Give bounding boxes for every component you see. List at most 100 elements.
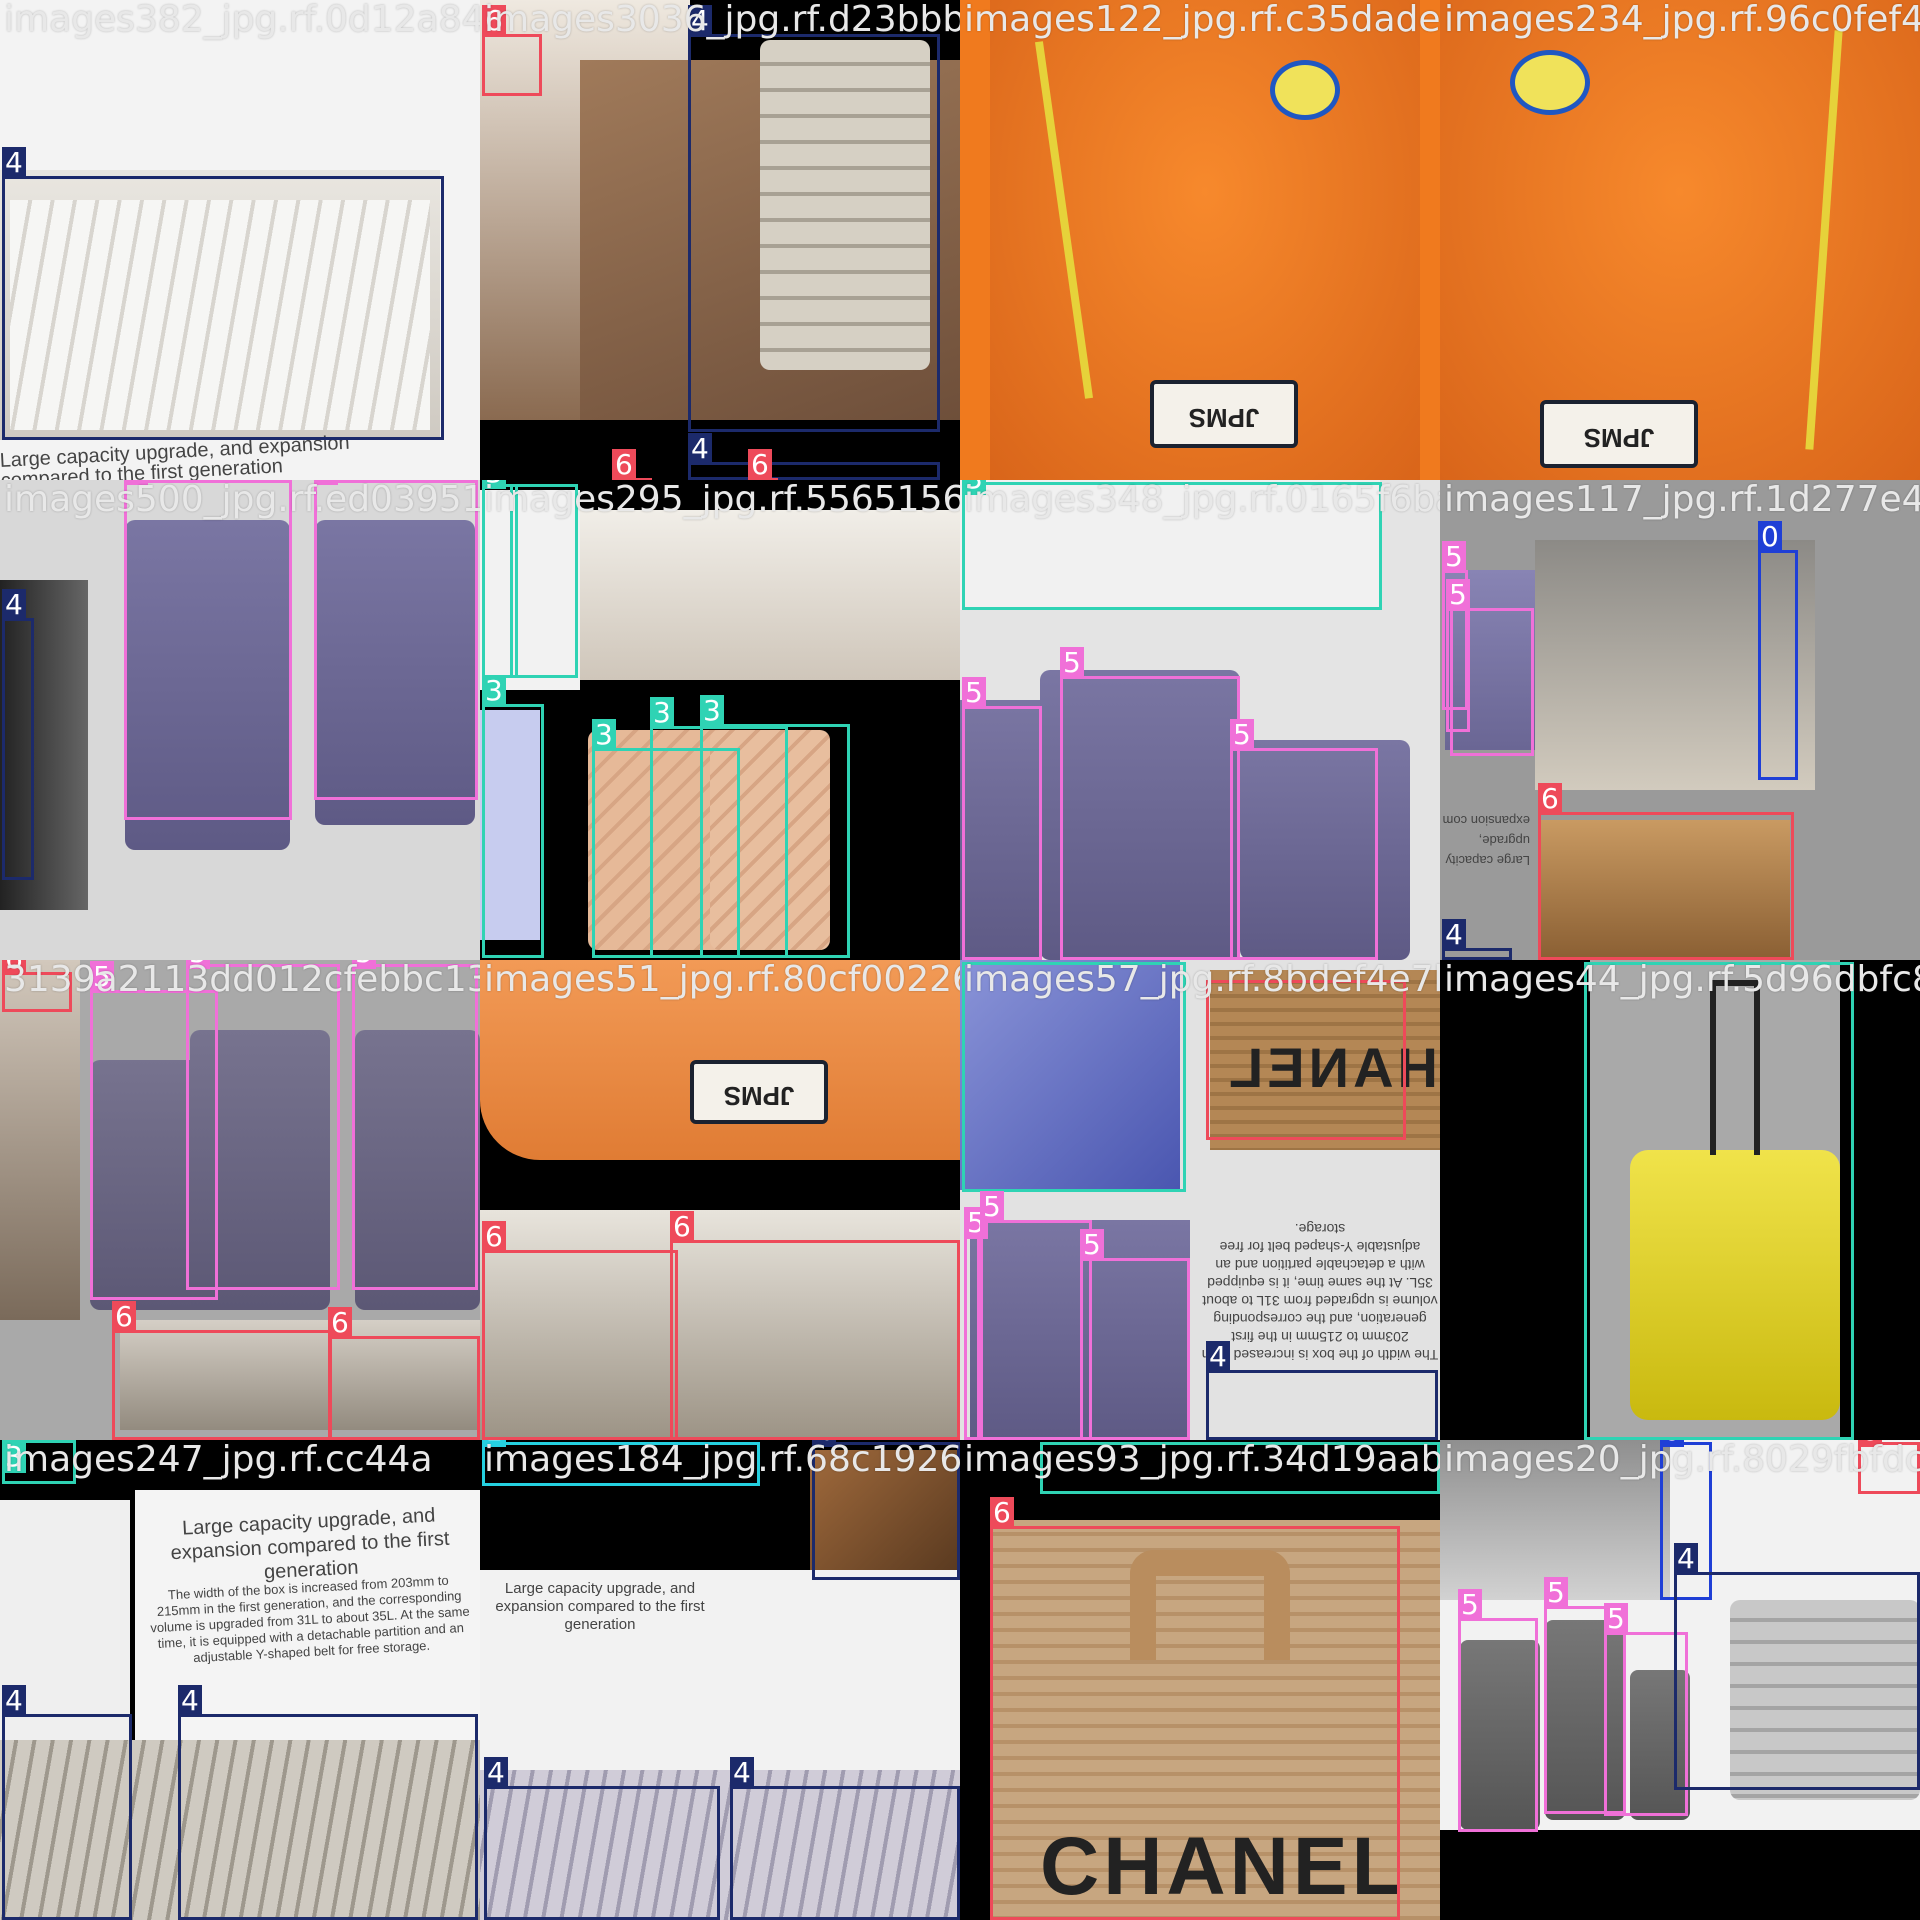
tile-title: images57_jpg.rf.8bdef4e7b98 bbox=[964, 960, 1440, 1000]
detection-box: 4 bbox=[2, 589, 34, 880]
detection-box: 3 bbox=[482, 675, 544, 958]
class-label: 3 bbox=[650, 697, 674, 729]
tile-8: 3139a2113dd012cfebbc137 6 5 5 5 6 6 bbox=[0, 960, 480, 1440]
detection-box: 4 bbox=[178, 1685, 478, 1920]
tile-title: 3139a2113dd012cfebbc137 bbox=[4, 960, 480, 1000]
detection-box: 6 bbox=[328, 1307, 480, 1440]
detection-box bbox=[1450, 608, 1534, 756]
tile-10: CHANEL The width of the box is increased… bbox=[960, 960, 1440, 1440]
class-label: 5 bbox=[962, 677, 986, 709]
caption-text: The width of the box is increased from 2… bbox=[149, 1572, 470, 1666]
detection-box: 5 bbox=[352, 960, 478, 1290]
tile-9: JPMS images51_jpg.rf.80cf00226f 6 6 bbox=[480, 960, 960, 1440]
class-label: 5 bbox=[1458, 1589, 1482, 1621]
name-tag: JPMS bbox=[1540, 400, 1698, 468]
tile-1: images3036_jpg.rf.d23bbb21 6 4 4 6 6 bbox=[480, 0, 960, 480]
bag-logo bbox=[1510, 50, 1590, 115]
class-label: 6 bbox=[748, 449, 772, 480]
detection-box: 5 bbox=[1230, 719, 1378, 960]
class-label: 5 bbox=[1080, 1229, 1104, 1261]
class-label: 4 bbox=[178, 1685, 202, 1717]
detection-box: 6 bbox=[482, 1221, 678, 1440]
tile-14: CHANEL images93_jpg.rf.34d19aab 6 bbox=[960, 1440, 1440, 1920]
class-label: 4 bbox=[1442, 919, 1466, 951]
detection-box: 6 bbox=[482, 5, 542, 96]
detection-box: 4 bbox=[2, 147, 444, 440]
tile-13: Large capacity upgrade, and expansion co… bbox=[480, 1440, 960, 1920]
detection-box: 4 bbox=[688, 433, 940, 480]
detection-box: 5 bbox=[314, 480, 478, 800]
detection-box: 0 bbox=[1758, 521, 1798, 780]
class-label: 5 bbox=[1604, 1603, 1628, 1635]
class-label: 6 bbox=[482, 1221, 506, 1253]
detection-box: 4 bbox=[1674, 1543, 1920, 1790]
detection-box: 5 bbox=[962, 677, 1042, 960]
detection-box: 6 bbox=[990, 1497, 1400, 1920]
detection-mosaic: Large capacity upgrade, and expansion co… bbox=[0, 0, 1920, 1920]
tile-title: images20_jpg.rf.8029fbfdc92 bbox=[1444, 1440, 1920, 1480]
detection-box bbox=[1206, 980, 1406, 1140]
class-label: 4 bbox=[2, 1685, 26, 1717]
detection-box: 4 bbox=[730, 1757, 960, 1920]
class-label: 5 bbox=[1446, 579, 1470, 611]
tile-title: images44_jpg.rf.5d96dbfc8 bbox=[1444, 960, 1920, 1000]
tile-title: images234_jpg.rf.96c0fef42d bbox=[1444, 0, 1920, 40]
detection-box: 4 bbox=[1206, 1341, 1438, 1440]
tile-title: images500_jpg.rf.ed039510 bbox=[4, 480, 480, 520]
detection-box: 4 bbox=[1442, 919, 1512, 960]
detection-box: 6 bbox=[112, 1301, 332, 1440]
tile-7: Large capacity upgrade, expansion com im… bbox=[1440, 480, 1920, 960]
detection-box: 5 bbox=[1060, 647, 1240, 960]
tile-15: images20_jpg.rf.8029fbfdc92 0 6 5 5 5 4 bbox=[1440, 1440, 1920, 1920]
tile-title: images122_jpg.rf.c35dadeddd bbox=[964, 0, 1440, 40]
class-label: 5 bbox=[1060, 647, 1084, 679]
tile-2: JPMS images122_jpg.rf.c35dadeddd bbox=[960, 0, 1440, 480]
class-label: 6 bbox=[112, 1301, 136, 1333]
detection-box: 6 bbox=[1538, 783, 1794, 960]
tile-11: images44_jpg.rf.5d96dbfc8 bbox=[1440, 960, 1920, 1440]
tile-title: images3036_jpg.rf.d23bbb21 bbox=[484, 0, 960, 40]
class-label: 6 bbox=[670, 1211, 694, 1243]
room-photo bbox=[0, 960, 80, 1320]
caption-text: The width of the box is increased from 2… bbox=[1201, 1221, 1439, 1363]
detection-box: 6 bbox=[670, 1211, 960, 1440]
class-label: 3 bbox=[482, 675, 506, 707]
detection-box: 4 bbox=[688, 5, 940, 432]
caption-text: Large capacity upgrade, expansion com bbox=[1442, 813, 1530, 868]
detection-box: 4 bbox=[2, 1685, 132, 1920]
tile-12: Large capacity upgrade, and expansion co… bbox=[0, 1440, 480, 1920]
tile-3: JPMS images234_jpg.rf.96c0fef42d bbox=[1440, 0, 1920, 480]
class-label: 5 bbox=[1544, 1577, 1568, 1609]
tile-6: images348_jpg.rf.0165f6bab 3 5 5 5 bbox=[960, 480, 1440, 960]
class-label: 6 bbox=[612, 449, 636, 480]
class-label: 5 bbox=[1230, 719, 1254, 751]
class-label: 4 bbox=[688, 433, 712, 465]
class-label: 4 bbox=[2, 147, 26, 179]
tile-title: images117_jpg.rf.1d277e466 bbox=[1444, 480, 1920, 520]
class-label: 3 bbox=[700, 695, 724, 727]
tile-title: images348_jpg.rf.0165f6bab bbox=[964, 480, 1440, 520]
class-label: 6 bbox=[1538, 783, 1562, 815]
class-label: 4 bbox=[484, 1757, 508, 1789]
detection-box: 5 bbox=[1458, 1589, 1538, 1832]
class-label: 5 bbox=[1442, 541, 1466, 573]
tile-4: images500_jpg.rf.ed039510 4 5 5 bbox=[0, 480, 480, 960]
tile-title: images382_jpg.rf.0d12a847 bbox=[4, 0, 480, 40]
class-label: 4 bbox=[2, 589, 26, 621]
detection-box: 5 bbox=[964, 1207, 988, 1440]
class-label: 3 bbox=[592, 719, 616, 751]
detection-box: 5 bbox=[980, 1191, 1092, 1440]
detection-box: 5 bbox=[1080, 1229, 1190, 1440]
detection-box: 4 bbox=[484, 1757, 720, 1920]
detection-box: 5 bbox=[124, 480, 292, 820]
class-label: 4 bbox=[1674, 1543, 1698, 1575]
class-label: 0 bbox=[1758, 521, 1782, 553]
tile-title: images51_jpg.rf.80cf00226f bbox=[484, 960, 960, 1000]
tile-0: Large capacity upgrade, and expansion co… bbox=[0, 0, 480, 480]
detection-box bbox=[1584, 962, 1854, 1440]
class-label: 4 bbox=[730, 1757, 754, 1789]
tile-title: images247_jpg.rf.cc44a bbox=[4, 1440, 433, 1480]
luggage-rack-photo bbox=[580, 510, 960, 680]
class-label: 5 bbox=[980, 1191, 1004, 1223]
detection-box: 3 bbox=[700, 695, 850, 958]
